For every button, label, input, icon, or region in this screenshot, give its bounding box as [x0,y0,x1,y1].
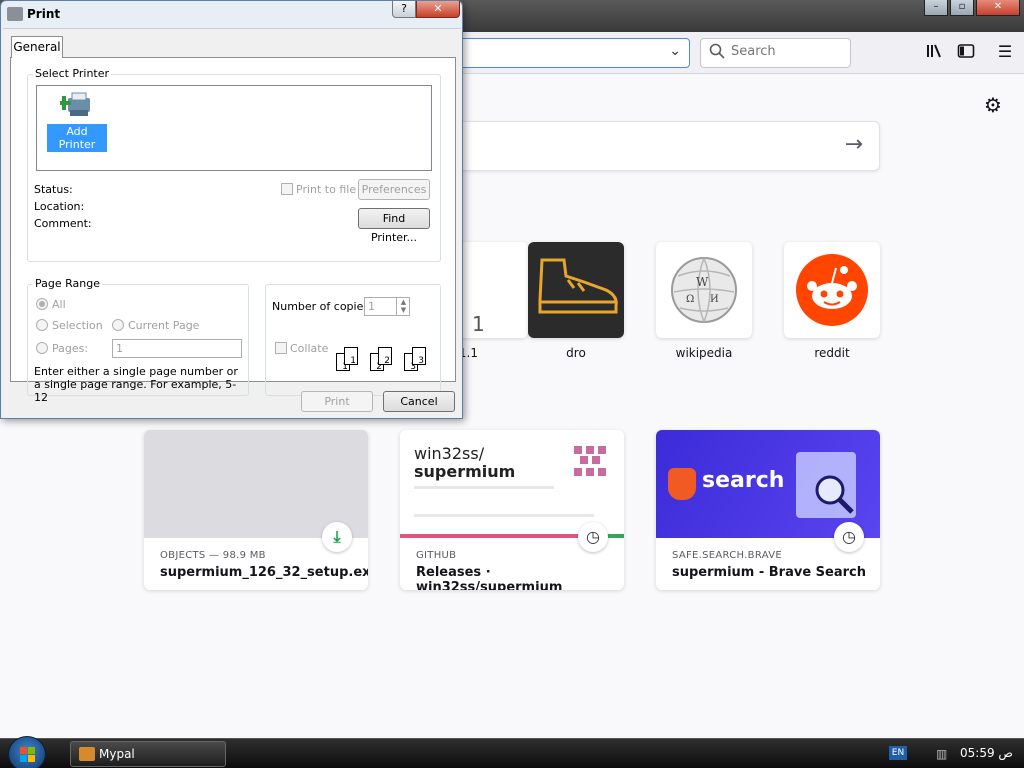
status-label: Status: [34,183,73,196]
select-printer-group: Select Printer Add Printer Status: Locat… [27,67,441,262]
page-range-group: Page Range All Selection Current Page Pa… [27,277,249,404]
copies-label: Number of copies: [272,300,373,313]
mypal-icon [79,747,95,761]
arrow-right-icon[interactable]: → [845,132,863,157]
clock-icon: ◷ [578,522,608,552]
card-source: GITHUB [416,550,457,561]
print-to-file-checkbox[interactable] [281,183,293,195]
boot-icon [528,242,624,338]
start-button[interactable] [8,736,46,768]
maximize-button[interactable]: ▫ [950,0,974,16]
pages-label: Pages: [52,342,89,355]
preferences-button[interactable]: Preferences [358,179,430,200]
language-indicator[interactable]: EN [889,746,907,760]
wikipedia-icon: W Ω И [656,242,752,338]
collate-checkbox[interactable] [275,342,287,354]
print-to-file-label: Print to file [296,183,357,196]
highlight-card[interactable]: win32ss/ supermium ◷ GITHUB Releases · w… [400,430,624,590]
minimize-button[interactable]: – [924,0,948,16]
print-dialog: Print ? ✕ General Select Printer Add Pri… [0,0,463,419]
add-printer-icon [57,90,94,120]
top-site-tile-dro[interactable]: dro [528,242,624,360]
top-site-label: wikipedia [675,346,733,360]
svg-text:W: W [696,275,709,289]
current-page-label: Current Page [128,319,200,332]
brave-lion-icon [668,468,696,500]
svg-text:Ω: Ω [686,294,694,305]
pages-radio[interactable] [36,342,48,354]
tab-general[interactable]: General [11,36,63,58]
magnifier-icon [815,475,854,514]
location-label: Location: [34,200,85,213]
clock[interactable]: 05:59 ص [960,746,1013,760]
taskbar: Mypal EN ▥ 05:59 ص [0,736,1024,768]
printer-list[interactable]: Add Printer [36,85,432,171]
new-tab-search-box[interactable]: → [462,121,880,171]
help-button[interactable]: ? [392,1,416,18]
dialog-body: General Select Printer Add Printer Statu… [3,28,461,418]
thumb-heading-2: supermium [414,462,516,481]
highlight-card[interactable]: search ◷ SAFE.SEARCH.BRAVE supermium - B… [656,430,880,590]
print-button[interactable]: Print [301,391,373,412]
sidebar-icon[interactable] [956,42,976,62]
close-button[interactable]: ✕ [416,1,460,18]
card-source: SAFE.SEARCH.BRAVE [672,550,782,561]
repo-avatar-icon [572,444,608,480]
dialog-title: Print [7,7,60,21]
general-panel: Select Printer Add Printer Status: Locat… [10,57,456,404]
gear-icon[interactable]: ⚙ [984,93,1002,117]
taskbar-item-label: Mypal [99,747,135,761]
collate-illustration-icon: 11 22 33 [336,345,436,381]
select-printer-label: Select Printer [33,67,112,80]
taskbar-item-mypal[interactable]: Mypal [70,741,226,767]
collate-label: Collate [290,342,329,355]
dialog-title-text: Print [27,7,61,21]
card-title: Releases · win32ss/supermium [416,565,563,590]
all-label: All [52,298,66,311]
printer-icon [7,7,23,21]
card-title: supermium_126_32_setup.exe [160,565,368,580]
search-icon [709,43,725,59]
reddit-icon [784,242,880,338]
tile-placeholder-text: 1 [472,312,485,336]
library-icon[interactable] [924,42,944,62]
close-window-button[interactable]: ✕ [976,0,1020,16]
copies-spinner[interactable]: ▲ ▼ [396,298,410,315]
cancel-button[interactable]: Cancel [383,391,455,412]
selection-label: Selection [52,319,103,332]
page-range-hint: Enter either a single page number or a s… [34,365,238,404]
highlight-card[interactable]: ⤓ OBJECTS — 98.9 MB supermium_126_32_set… [144,430,368,590]
top-site-tile-reddit[interactable]: reddit [784,242,880,360]
svg-text:И: И [710,294,719,305]
add-printer-item[interactable]: Add Printer [47,90,107,152]
all-radio[interactable] [36,298,48,310]
search-input[interactable] [731,44,841,59]
window-controls: – ▫ ✕ [924,0,1020,16]
menu-icon[interactable]: ☰ [995,42,1015,62]
top-site-label: reddit [814,346,850,360]
copies-group: Number of copies: 1 ▲ ▼ Collate 11 22 33 [265,284,441,396]
pages-input[interactable]: 1 [112,339,242,358]
search-box[interactable] [700,38,851,68]
clock-icon: ◷ [834,522,864,552]
add-printer-label: Add Printer [47,124,107,152]
url-bar[interactable]: ⌄ [462,38,690,68]
current-page-radio[interactable] [112,319,124,331]
thumb-search-text: search [702,468,785,493]
comment-label: Comment: [34,217,92,230]
page-range-label: Page Range [33,277,102,290]
selection-radio[interactable] [36,319,48,331]
windows-logo-icon [20,747,35,762]
card-source: OBJECTS — 98.9 MB [160,550,266,561]
top-site-label: dro [566,346,586,360]
network-icon[interactable]: ▥ [936,747,950,761]
download-icon: ⤓ [322,522,352,552]
chevron-down-icon[interactable]: ⌄ [669,43,681,59]
card-title: supermium - Brave Search [672,565,867,580]
thumb-heading-1: win32ss/ [414,444,485,463]
top-site-tile-wikipedia[interactable]: W Ω И wikipedia [656,242,752,360]
find-printer-button[interactable]: Find Printer... [358,208,430,244]
